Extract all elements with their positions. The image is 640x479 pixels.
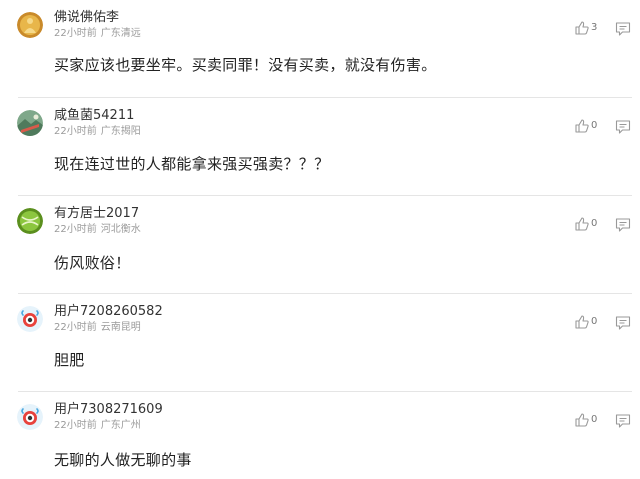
- reply-button[interactable]: [615, 119, 631, 135]
- comment-meta: 22小时前 河北衡水: [54, 224, 141, 236]
- like-count: 0: [591, 316, 598, 327]
- thumbs-up-icon: [575, 21, 589, 35]
- comment-item: 用户7208260582 22小时前 云南昆明 胆肥 0: [0, 294, 640, 392]
- comment-text: 伤风败俗！: [54, 254, 131, 272]
- weibo-default-avatar-icon[interactable]: [17, 306, 43, 332]
- like-button[interactable]: 3: [574, 20, 597, 36]
- comment-meta: 22小时前 广东广州: [54, 420, 141, 432]
- like-count: 0: [591, 120, 598, 131]
- comment-item: 有方居士2017 22小时前 河北衡水 伤风败俗！ 0: [0, 196, 640, 294]
- green-ball-avatar-icon[interactable]: [17, 208, 43, 234]
- reply-button[interactable]: [615, 315, 631, 331]
- like-count: 0: [591, 414, 598, 425]
- comment-feed: 佛说佛佑李 22小时前 广东清远 买家应该也要坐牢。买卖同罪！没有买卖，就没有伤害…: [0, 0, 640, 479]
- comment-text: 现在连过世的人都能拿来强买强卖？？？: [54, 155, 330, 173]
- comment-item: 用户7308271609 22小时前 广东广州 无聊的人做无聊的事 0: [0, 392, 640, 479]
- comment-meta: 22小时前 广东清远: [54, 28, 141, 40]
- comment-item: 佛说佛佑李 22小时前 广东清远 买家应该也要坐牢。买卖同罪！没有买卖，就没有伤害…: [0, 0, 640, 98]
- comment-time: 22小时前: [54, 420, 97, 431]
- comment-username[interactable]: 有方居士2017: [54, 206, 139, 222]
- comment-location: 广东广州: [100, 420, 141, 431]
- comment-username[interactable]: 用户7308271609: [54, 402, 163, 418]
- comment-time: 22小时前: [54, 322, 97, 333]
- comment-location: 广东揭阳: [100, 126, 141, 137]
- comment-text: 胆肥: [54, 351, 85, 369]
- reply-icon: [615, 22, 631, 36]
- buddha-avatar-icon[interactable]: [17, 12, 43, 38]
- comment-username[interactable]: 用户7208260582: [54, 304, 163, 320]
- comment-location: 云南昆明: [100, 322, 141, 333]
- comment-time: 22小时前: [54, 126, 97, 137]
- reply-button[interactable]: [615, 21, 631, 37]
- comment-text: 买家应该也要坐牢。买卖同罪！没有买卖，就没有伤害。: [54, 56, 437, 74]
- comment-location: 河北衡水: [100, 224, 141, 235]
- thumbs-up-icon: [575, 315, 589, 329]
- reply-icon: [615, 218, 631, 232]
- reply-button[interactable]: [615, 413, 631, 429]
- comment-meta: 22小时前 广东揭阳: [54, 126, 141, 138]
- like-button[interactable]: 0: [574, 216, 597, 232]
- comment-text: 无聊的人做无聊的事: [54, 451, 192, 469]
- like-button[interactable]: 0: [574, 118, 597, 134]
- comment-time: 22小时前: [54, 224, 97, 235]
- weibo-default-avatar-icon[interactable]: [17, 404, 43, 430]
- comment-username[interactable]: 佛说佛佑李: [54, 10, 119, 26]
- thumbs-up-icon: [575, 217, 589, 231]
- comment-time: 22小时前: [54, 28, 97, 39]
- landscape-avatar-icon[interactable]: [17, 110, 43, 136]
- like-count: 0: [591, 218, 598, 229]
- thumbs-up-icon: [575, 119, 589, 133]
- comment-location: 广东清远: [100, 28, 141, 39]
- thumbs-up-icon: [575, 413, 589, 427]
- reply-icon: [615, 120, 631, 134]
- reply-button[interactable]: [615, 217, 631, 233]
- comment-username[interactable]: 咸鱼菌54211: [54, 108, 134, 124]
- reply-icon: [615, 414, 631, 428]
- comment-meta: 22小时前 云南昆明: [54, 322, 141, 334]
- like-count: 3: [591, 22, 598, 33]
- reply-icon: [615, 316, 631, 330]
- like-button[interactable]: 0: [574, 314, 597, 330]
- comment-item: 咸鱼菌54211 22小时前 广东揭阳 现在连过世的人都能拿来强买强卖？？？ 0: [0, 98, 640, 196]
- like-button[interactable]: 0: [574, 412, 597, 428]
